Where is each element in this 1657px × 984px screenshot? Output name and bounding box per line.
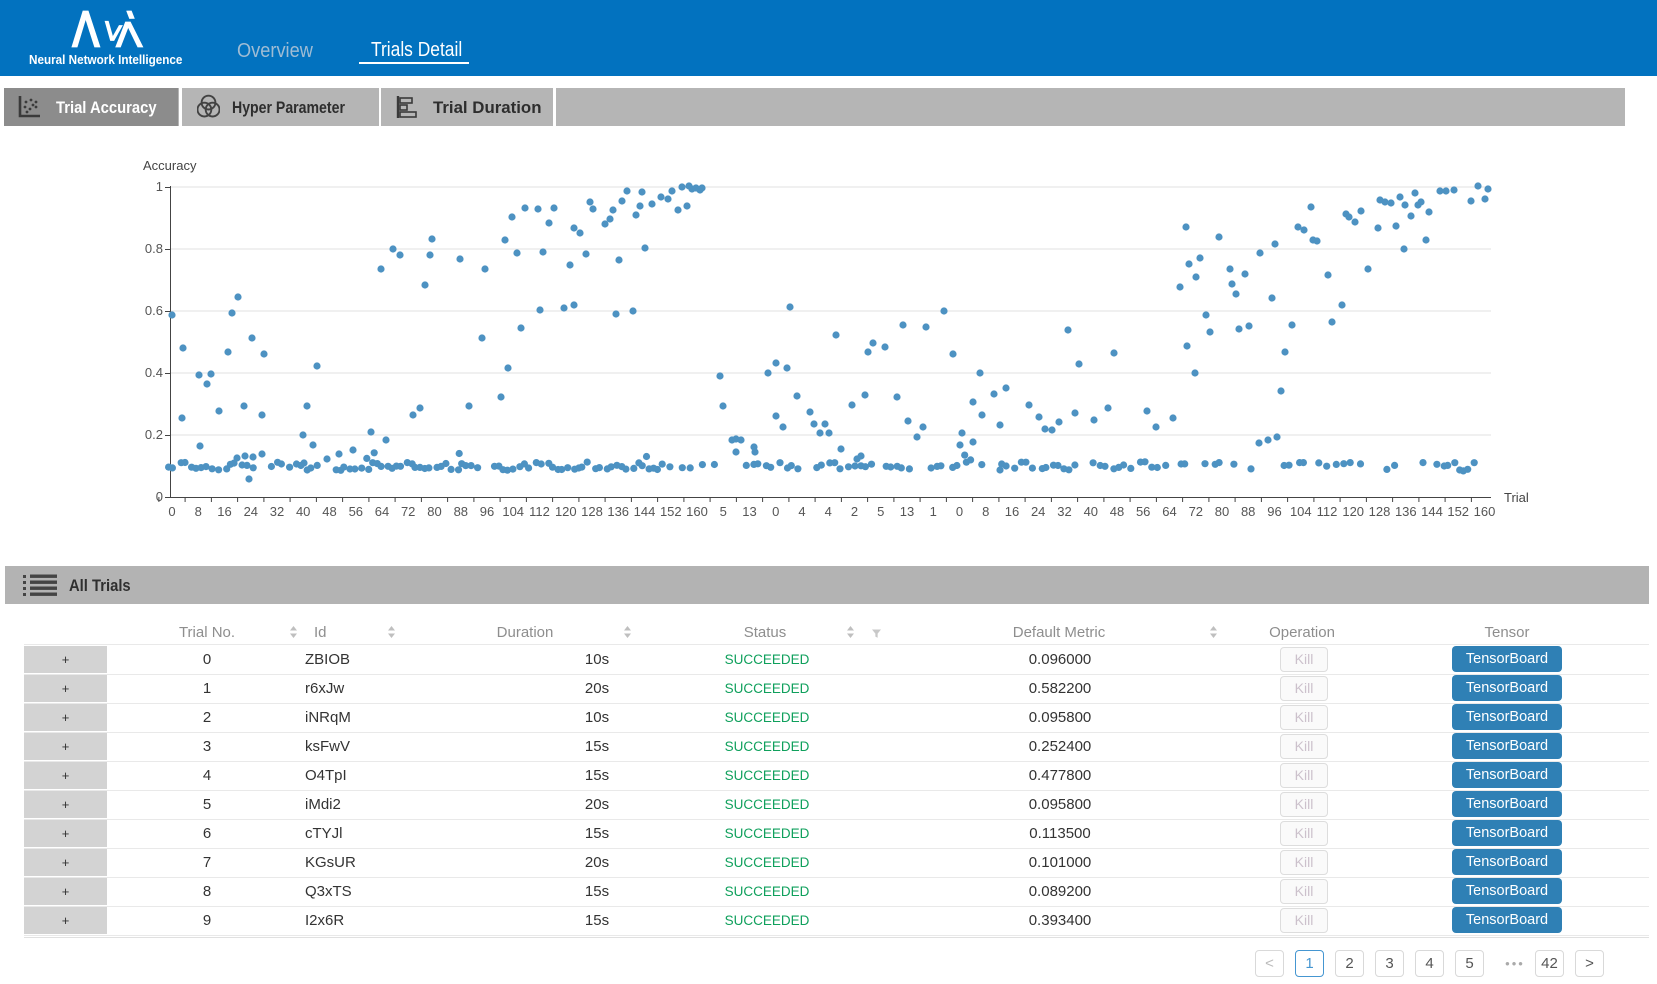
svg-text:1: 1 bbox=[156, 179, 163, 194]
svg-text:4: 4 bbox=[798, 504, 805, 519]
svg-text:13: 13 bbox=[742, 504, 756, 519]
svg-text:144: 144 bbox=[634, 504, 656, 519]
svg-text:128: 128 bbox=[1369, 504, 1391, 519]
svg-text:152: 152 bbox=[660, 504, 682, 519]
svg-text:2: 2 bbox=[851, 504, 858, 519]
svg-text:8: 8 bbox=[195, 504, 202, 519]
svg-text:0.6: 0.6 bbox=[145, 303, 163, 318]
svg-text:0.8: 0.8 bbox=[145, 241, 163, 256]
svg-text:136: 136 bbox=[607, 504, 629, 519]
svg-text:56: 56 bbox=[349, 504, 363, 519]
svg-text:32: 32 bbox=[270, 504, 284, 519]
svg-text:88: 88 bbox=[1241, 504, 1255, 519]
svg-text:64: 64 bbox=[1162, 504, 1176, 519]
svg-text:72: 72 bbox=[1189, 504, 1203, 519]
svg-text:4: 4 bbox=[825, 504, 832, 519]
svg-text:160: 160 bbox=[1474, 504, 1496, 519]
svg-text:13: 13 bbox=[900, 504, 914, 519]
svg-text:152: 152 bbox=[1447, 504, 1469, 519]
svg-text:96: 96 bbox=[480, 504, 494, 519]
svg-text:64: 64 bbox=[375, 504, 389, 519]
svg-text:80: 80 bbox=[427, 504, 441, 519]
svg-text:0: 0 bbox=[772, 504, 779, 519]
svg-text:144: 144 bbox=[1421, 504, 1443, 519]
svg-text:16: 16 bbox=[217, 504, 231, 519]
svg-text:5: 5 bbox=[720, 504, 727, 519]
svg-text:0: 0 bbox=[956, 504, 963, 519]
svg-text:40: 40 bbox=[1084, 504, 1098, 519]
svg-text:40: 40 bbox=[296, 504, 310, 519]
svg-text:104: 104 bbox=[1290, 504, 1312, 519]
svg-text:24: 24 bbox=[244, 504, 258, 519]
svg-text:Trial: Trial bbox=[1504, 490, 1529, 505]
svg-text:24: 24 bbox=[1031, 504, 1045, 519]
svg-text:72: 72 bbox=[401, 504, 415, 519]
svg-text:48: 48 bbox=[1110, 504, 1124, 519]
svg-text:120: 120 bbox=[555, 504, 577, 519]
svg-text:0.4: 0.4 bbox=[145, 365, 163, 380]
svg-text:0.2: 0.2 bbox=[145, 427, 163, 442]
svg-text:112: 112 bbox=[529, 504, 550, 519]
svg-text:5: 5 bbox=[877, 504, 884, 519]
svg-text:88: 88 bbox=[454, 504, 468, 519]
svg-text:1: 1 bbox=[930, 504, 937, 519]
svg-text:80: 80 bbox=[1215, 504, 1229, 519]
svg-text:16: 16 bbox=[1005, 504, 1019, 519]
svg-text:96: 96 bbox=[1267, 504, 1281, 519]
svg-text:32: 32 bbox=[1057, 504, 1071, 519]
svg-text:128: 128 bbox=[581, 504, 603, 519]
svg-text:112: 112 bbox=[1317, 504, 1338, 519]
svg-text:8: 8 bbox=[982, 504, 989, 519]
svg-text:0: 0 bbox=[168, 504, 175, 519]
svg-text:Accuracy: Accuracy bbox=[143, 158, 197, 173]
svg-text:48: 48 bbox=[322, 504, 336, 519]
svg-text:120: 120 bbox=[1342, 504, 1364, 519]
svg-text:136: 136 bbox=[1395, 504, 1417, 519]
svg-text:104: 104 bbox=[502, 504, 524, 519]
svg-text:160: 160 bbox=[686, 504, 708, 519]
svg-text:56: 56 bbox=[1136, 504, 1150, 519]
